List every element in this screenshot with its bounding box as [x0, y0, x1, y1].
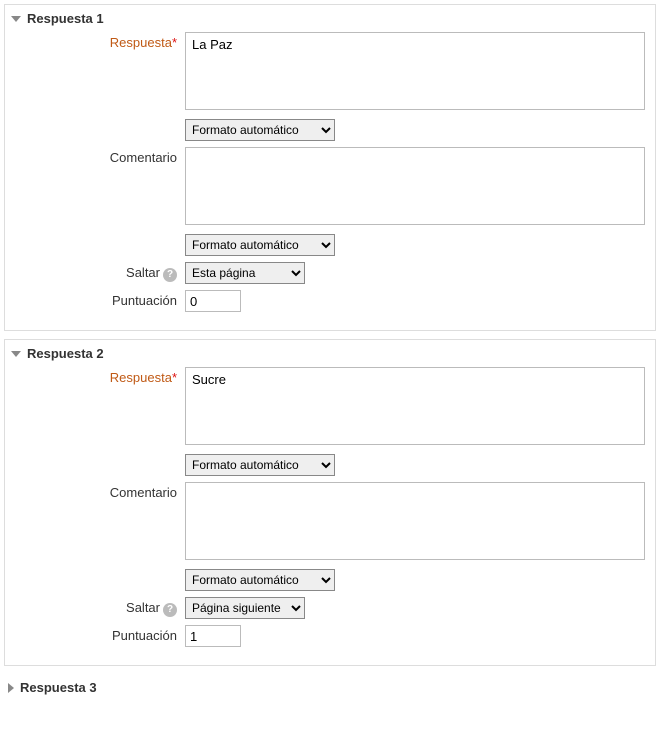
puntuacion-input[interactable] — [185, 625, 241, 647]
form-row: Puntuación — [15, 625, 645, 647]
saltar-label: Saltar? — [15, 597, 185, 617]
chevron-right-icon — [8, 683, 14, 693]
form-row: Formato automático — [15, 119, 645, 141]
puntuacion-label: Puntuación — [15, 625, 185, 643]
answer-panel-header-collapsed[interactable]: Respuesta 3 — [4, 674, 656, 701]
form-row: Comentario — [15, 147, 645, 228]
required-star: * — [172, 370, 177, 385]
input-col: Formato automático — [185, 454, 645, 476]
form-row: Formato automático — [15, 454, 645, 476]
respuesta-input[interactable] — [185, 367, 645, 445]
input-col — [185, 147, 645, 228]
chevron-down-icon — [11, 351, 21, 357]
form-row: Formato automático — [15, 234, 645, 256]
format-select[interactable]: Formato automático — [185, 119, 335, 141]
help-icon[interactable]: ? — [163, 603, 177, 617]
respuesta-label: Respuesta* — [15, 32, 185, 50]
puntuacion-label: Puntuación — [15, 290, 185, 308]
input-col: Formato automático — [185, 234, 645, 256]
spacer — [15, 119, 185, 122]
input-col — [185, 482, 645, 563]
form-row: Saltar?Esta páginaPágina siguiente — [15, 262, 645, 284]
comentario-input[interactable] — [185, 147, 645, 225]
form-row: Formato automático — [15, 569, 645, 591]
required-star: * — [172, 35, 177, 50]
comentario-label: Comentario — [15, 482, 185, 500]
form-row: Respuesta* — [15, 32, 645, 113]
input-col — [185, 290, 645, 312]
answer-panel-header[interactable]: Respuesta 2 — [11, 346, 645, 361]
input-col: Formato automático — [185, 569, 645, 591]
form-row: Comentario — [15, 482, 645, 563]
form-row: Saltar?Esta páginaPágina siguiente — [15, 597, 645, 619]
answer-panel-header[interactable]: Respuesta 1 — [11, 11, 645, 26]
comentario-label: Comentario — [15, 147, 185, 165]
spacer — [15, 454, 185, 457]
input-col: Esta páginaPágina siguiente — [185, 597, 645, 619]
spacer — [15, 569, 185, 572]
respuesta-input[interactable] — [185, 32, 645, 110]
input-col — [185, 625, 645, 647]
format-select[interactable]: Formato automático — [185, 454, 335, 476]
comentario-input[interactable] — [185, 482, 645, 560]
input-col: Formato automático — [185, 119, 645, 141]
chevron-down-icon — [11, 16, 21, 22]
answer-panel-title: Respuesta 1 — [27, 11, 104, 26]
saltar-label: Saltar? — [15, 262, 185, 282]
help-icon[interactable]: ? — [163, 268, 177, 282]
format-select[interactable]: Formato automático — [185, 234, 335, 256]
form-row: Puntuación — [15, 290, 645, 312]
saltar-select[interactable]: Esta páginaPágina siguiente — [185, 262, 305, 284]
puntuacion-input[interactable] — [185, 290, 241, 312]
input-col — [185, 367, 645, 448]
format-select[interactable]: Formato automático — [185, 569, 335, 591]
answer-panel-title: Respuesta 3 — [20, 680, 97, 695]
answer-panel-1: Respuesta 1Respuesta*Formato automáticoC… — [4, 4, 656, 331]
input-col — [185, 32, 645, 113]
answer-panel-2: Respuesta 2Respuesta*Formato automáticoC… — [4, 339, 656, 666]
input-col: Esta páginaPágina siguiente — [185, 262, 645, 284]
answer-panel-title: Respuesta 2 — [27, 346, 104, 361]
spacer — [15, 234, 185, 237]
saltar-select[interactable]: Esta páginaPágina siguiente — [185, 597, 305, 619]
respuesta-label: Respuesta* — [15, 367, 185, 385]
form-row: Respuesta* — [15, 367, 645, 448]
